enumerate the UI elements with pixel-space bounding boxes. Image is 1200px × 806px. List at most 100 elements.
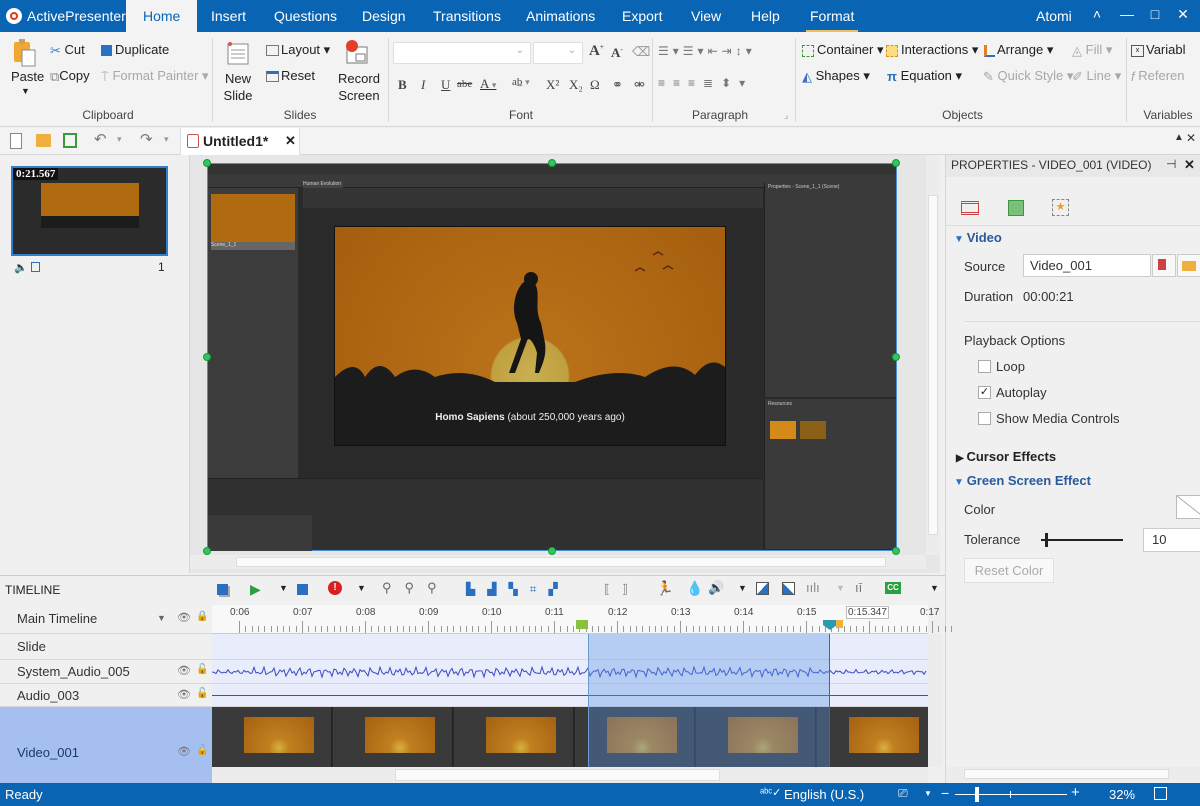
spellcheck-icon[interactable]: ᵃᵇᶜ✓ [760, 786, 781, 799]
document-tab[interactable]: Untitled1* ✕ [180, 128, 300, 155]
user-name[interactable]: Atomi [1036, 8, 1072, 24]
track-row-system-audio[interactable]: System_Audio_005 👁 🔓 [0, 660, 212, 684]
time-ruler[interactable]: 0:06 0:07 0:08 0:09 0:10 0:11 0:12 0:13 0:14 0:15… [212, 605, 952, 634]
volume-icon[interactable]: 🔊 [708, 580, 724, 596]
eye-icon[interactable]: 👁 [177, 745, 191, 758]
paste-dropdown-icon[interactable]: ▼ [21, 86, 30, 96]
play-icon[interactable]: ▶ [250, 581, 261, 598]
canvas-horizontal-scrollbar[interactable] [190, 555, 926, 569]
normalize-icon[interactable]: ıī [855, 580, 862, 595]
close-properties-icon[interactable]: ✕ [1184, 157, 1195, 173]
paragraph-dialog-launcher-icon[interactable]: ⌟ [784, 110, 788, 121]
tab-design[interactable]: Design [358, 0, 410, 32]
zoom-out-icon[interactable]: ⚲ [405, 580, 428, 595]
timeline-horizontal-scrollbar[interactable] [212, 767, 928, 783]
fit-to-window-icon[interactable] [1154, 787, 1167, 800]
tab-questions[interactable]: Questions [270, 0, 341, 32]
reset-button[interactable]: Reset [266, 68, 315, 83]
paragraph-list-buttons[interactable]: ☰▾☰▾⇤⇥↕▾ [658, 44, 756, 58]
container-button[interactable]: Container ▾ [802, 42, 884, 58]
canvas-vertical-scrollbar[interactable] [926, 155, 940, 555]
duplicate-button[interactable]: Duplicate [101, 42, 169, 57]
underline-button[interactable]: U [441, 77, 450, 93]
tab-view[interactable]: View [687, 0, 725, 32]
decrease-indent-icon[interactable]: ⇤ [708, 44, 722, 58]
undo-dropdown-icon[interactable]: ▾ [117, 134, 122, 145]
record-dropdown-icon[interactable]: ▼ [357, 583, 366, 593]
align-end-icon[interactable]: ▟ [487, 582, 508, 596]
subscript-button[interactable]: X₂ [569, 77, 583, 93]
tab-animations[interactable]: Animations [522, 0, 599, 32]
track-row-video[interactable]: Video_001 👁 🔓 [0, 707, 212, 784]
audio-level-icon[interactable]: ıılı [806, 580, 820, 595]
scroll-thumb[interactable] [964, 769, 1169, 779]
bold-button[interactable]: B [398, 77, 407, 93]
selection-start-marker[interactable] [576, 620, 588, 629]
resize-handle[interactable] [548, 547, 556, 555]
maximize-button[interactable]: □ [1145, 6, 1165, 22]
pin-icon[interactable]: ⊣ [1166, 157, 1176, 171]
unlock-icon[interactable]: 🔓 [196, 688, 208, 699]
end-marker[interactable] [836, 620, 843, 628]
cut-button[interactable]: ✂ Cut [50, 42, 85, 59]
undo-icon[interactable]: ↶ [94, 130, 107, 148]
insert-time-icon[interactable]: ⟦ [604, 582, 622, 596]
scroll-thumb[interactable] [928, 195, 938, 535]
record-screen-button[interactable]: Record Screen [337, 70, 381, 104]
audio-level-dropdown-icon[interactable]: ▼ [836, 583, 845, 593]
insert-link-icon[interactable]: ⚭ [612, 77, 623, 93]
resize-handle[interactable] [203, 159, 211, 167]
collapse-ribbon-button[interactable]: ˄ [1087, 6, 1107, 22]
font-size-combo[interactable]: ⌄ [533, 42, 583, 64]
save-icon[interactable] [63, 133, 77, 148]
cursor-effects-header[interactable]: ▶ Cursor Effects [956, 449, 1056, 464]
video-properties-tab-icon[interactable] [961, 201, 979, 215]
arrange-button[interactable]: Arrange ▾ [984, 42, 1053, 58]
eye-icon[interactable]: 👁 [177, 664, 191, 677]
source-field[interactable]: Video_001 [1023, 254, 1151, 277]
vertical-align-icon[interactable]: ⬍▾ [721, 76, 753, 90]
superscript-button[interactable]: X² [546, 77, 559, 93]
new-slide-button[interactable]: New Slide [220, 70, 256, 104]
italic-button[interactable]: I [421, 77, 425, 93]
equation-button[interactable]: π Equation ▾ [887, 68, 962, 84]
remove-link-icon[interactable]: ⚮ [634, 77, 645, 93]
grow-font-button[interactable]: A+ [589, 43, 604, 60]
close-tab-icon[interactable]: ✕ [285, 133, 296, 149]
highlight-button[interactable]: ab̲ ▾ [512, 76, 530, 88]
zoom-slider[interactable] [955, 787, 1067, 802]
slide-thumbnail[interactable]: 0:21.567 [11, 166, 168, 256]
font-color-button[interactable]: A ▾ [480, 76, 496, 92]
resize-handle[interactable] [892, 547, 900, 555]
tab-help[interactable]: Help [747, 0, 784, 32]
fill-button[interactable]: ◬ Fill ▾ [1072, 42, 1112, 59]
crop-icon[interactable]: ⌗ [530, 582, 549, 596]
select-all-icon[interactable] [217, 584, 228, 595]
track-row-slide[interactable]: Slide [0, 634, 212, 660]
format-painter-button[interactable]: ⍑ Format Painter ▾ [101, 68, 209, 85]
tolerance-slider[interactable] [1041, 533, 1123, 547]
redo-icon[interactable]: ↷ [140, 130, 153, 148]
layout-button[interactable]: Layout ▾ [266, 42, 330, 58]
scroll-thumb[interactable] [236, 557, 886, 567]
zoom-in-icon[interactable]: ⚲ [427, 580, 450, 595]
closed-caption-icon[interactable]: CC [885, 582, 901, 594]
collapse-panel-icon[interactable]: ▲ [1174, 132, 1184, 143]
align-buttons[interactable]: ▙▟▚⌗▞ [466, 582, 570, 597]
strikethrough-button[interactable]: abe [457, 78, 472, 90]
scroll-thumb[interactable] [395, 769, 720, 781]
clear-format-icon[interactable]: ⌫ [632, 44, 650, 60]
interactions-button[interactable]: Interactions ▾ [886, 42, 978, 58]
volume-dropdown-icon[interactable]: ▼ [738, 583, 747, 593]
minimize-button[interactable]: — [1117, 6, 1137, 22]
stop-icon[interactable] [297, 584, 308, 595]
properties-horizontal-scrollbar[interactable] [946, 767, 1200, 781]
split-icon[interactable]: ▞ [548, 582, 569, 596]
zoom-out-button[interactable]: − [941, 785, 949, 801]
speed-icon[interactable]: 🏃 [656, 580, 673, 597]
loop-checkbox[interactable] [978, 360, 991, 373]
unlock-icon[interactable]: 🔓 [196, 664, 208, 675]
close-button[interactable]: ✕ [1173, 6, 1193, 23]
eye-icon[interactable]: 👁 [177, 611, 191, 624]
references-button[interactable]: f Referen [1131, 68, 1185, 84]
